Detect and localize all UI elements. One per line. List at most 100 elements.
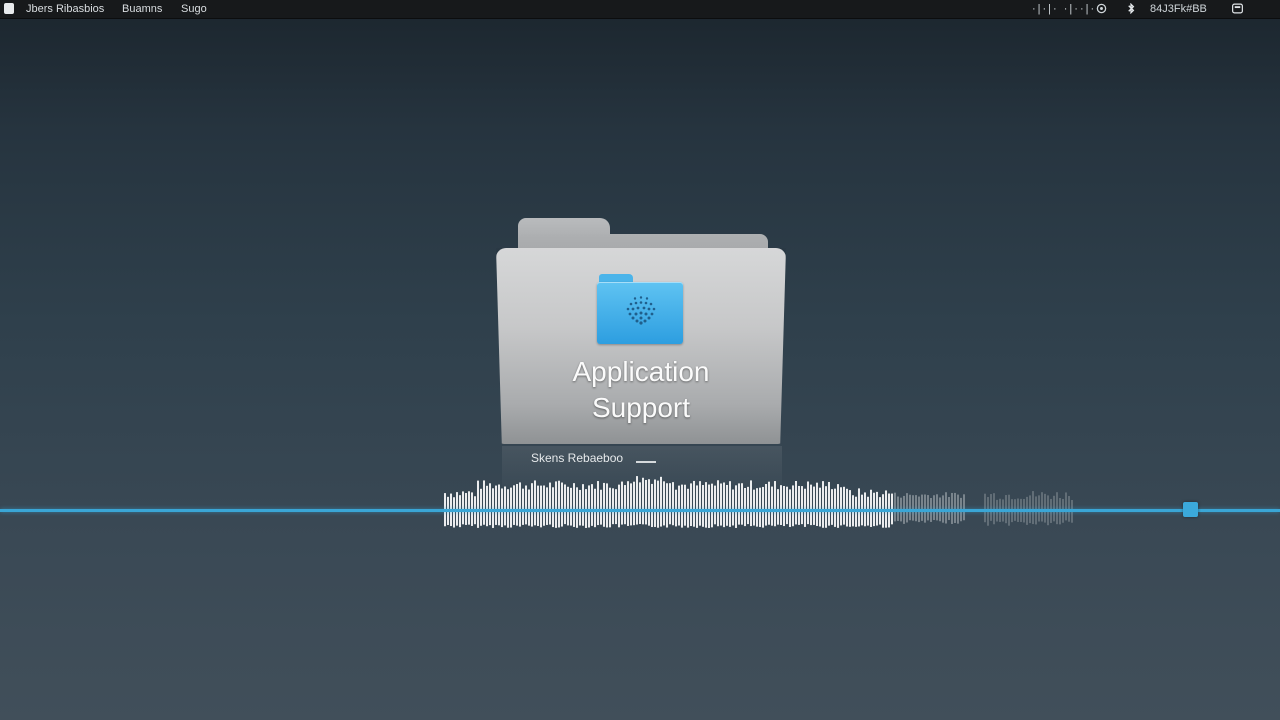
waveform-bar [651, 483, 653, 528]
waveform-bar [813, 486, 815, 525]
bluetooth-icon[interactable] [1126, 3, 1137, 14]
menu-item-1[interactable]: Jbers Ribasbios [26, 2, 104, 16]
waveform-bar [786, 486, 788, 525]
waveform-bar [792, 485, 794, 527]
waveform-bar [984, 493, 986, 523]
waveform-bar [819, 487, 821, 527]
waveform-bar [765, 484, 767, 526]
caption-dash [636, 461, 656, 463]
waveform-bar [567, 486, 569, 526]
waveform-bar [597, 481, 599, 526]
waveform-bar [825, 486, 827, 528]
waveform-bar [552, 487, 554, 528]
waveform-bar [1032, 491, 1034, 525]
waveform-bar [804, 488, 806, 527]
waveform-bar [660, 476, 662, 527]
waveform-bar [531, 483, 533, 527]
waveform-bar [501, 488, 503, 528]
waveform-bar [936, 494, 938, 521]
waveform-bar [561, 482, 563, 527]
waveform-bar [612, 488, 614, 525]
waveform-bar [696, 485, 698, 528]
waveform-bar [549, 482, 551, 525]
waveform-bar [486, 485, 488, 527]
waveform-bar [642, 477, 644, 525]
waveform-bar [759, 487, 761, 527]
waveform-bar [726, 484, 728, 526]
waveform-bar [741, 483, 743, 525]
waveform-bar [483, 480, 485, 525]
waveform-bar [954, 492, 956, 524]
waveform-bar [573, 483, 575, 527]
waveform-bar [933, 495, 935, 521]
application-support-folder[interactable]: Application Support [496, 218, 788, 446]
waveform-bar [840, 487, 842, 526]
folder-badge-icon [597, 272, 685, 344]
menu-item-3[interactable]: Sugo [181, 2, 207, 16]
waveform-bar [528, 489, 530, 526]
progress-handle[interactable] [1183, 502, 1198, 517]
waveform-bar [894, 492, 896, 522]
waveform-bar [510, 487, 512, 528]
menu-item-2[interactable]: Buamns [122, 2, 162, 16]
waveform-bar [747, 486, 749, 525]
waveform-bar [990, 494, 992, 521]
waveform-bar [639, 482, 641, 525]
waveform-bar [579, 489, 581, 526]
menu-bar: Jbers Ribasbios Buamns Sugo ·|·|· ·|··|·… [0, 0, 1280, 19]
waveform-bar [807, 481, 809, 525]
waveform-bar [717, 480, 719, 527]
waveform-bar [1041, 492, 1043, 522]
waveform-bar [777, 489, 779, 525]
waveform-bar [468, 491, 470, 525]
waveform-bar [843, 486, 845, 525]
waveform-bar [624, 485, 626, 525]
waveform-bar [753, 489, 755, 526]
waveform-bar [771, 486, 773, 526]
waveform-bar [714, 485, 716, 525]
folder-label-line2: Support [591, 392, 691, 423]
waveform-bar [633, 481, 635, 526]
waveform-bar [810, 484, 812, 526]
waveform-bar [576, 487, 578, 528]
waveform-bar [591, 484, 593, 526]
waveform-bar [582, 484, 584, 526]
waveform-bar [618, 484, 620, 528]
waveform-bar [921, 494, 923, 521]
waveform-bar [594, 488, 596, 528]
waveform-bar [699, 481, 701, 526]
waveform-bar [525, 485, 527, 525]
waveform-bar [477, 480, 479, 528]
waveform-bar [663, 481, 665, 526]
waveform-bar [654, 479, 656, 527]
waveform-bar [963, 494, 965, 521]
waveform-bar [750, 480, 752, 527]
waveform-bar [768, 481, 770, 525]
apple-icon[interactable] [4, 3, 14, 14]
waveform-bar [822, 481, 824, 528]
waveform-bar [801, 486, 803, 525]
waveform-bar [711, 483, 713, 528]
waveform-bar [504, 486, 506, 526]
waveform-bar [837, 484, 839, 528]
waveform-bar [795, 480, 797, 525]
progress-track[interactable] [0, 509, 1280, 512]
waveform-bar [534, 480, 536, 526]
waveform-bar [495, 485, 497, 525]
waveform-bar [702, 485, 704, 527]
waveform-bar [519, 482, 521, 527]
waveform-bar [603, 482, 605, 527]
waveform-bar [522, 488, 524, 525]
waveform-bar [816, 482, 818, 526]
wifi-icon[interactable] [1096, 3, 1107, 14]
waveform-bar [735, 485, 737, 528]
waveform-bar [621, 481, 623, 525]
waveform-bar [744, 487, 746, 527]
notification-icon[interactable] [1232, 3, 1243, 14]
menubar-clock[interactable]: 84J3Fk#BB [1150, 2, 1207, 16]
waveform-bar [927, 495, 929, 521]
waveform-bar [693, 480, 695, 527]
waveform-bar [588, 485, 590, 528]
status-glyphs[interactable]: ·|·|· ·|··|· [1032, 2, 1096, 16]
waveform-bar [906, 493, 908, 523]
